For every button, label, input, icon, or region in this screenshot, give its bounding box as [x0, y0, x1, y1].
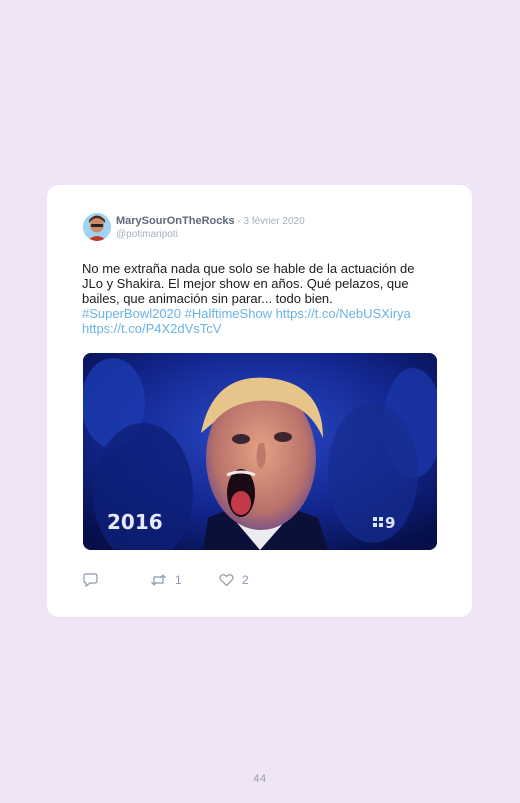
tweet-text-line: JLo y Shakira. El mejor show en años. Qu… — [82, 276, 409, 291]
tweet-date[interactable]: 3 février 2020 — [243, 216, 304, 227]
page-number: 44 — [253, 773, 267, 785]
retweet-icon — [150, 573, 167, 587]
like-button[interactable]: 2 — [219, 571, 249, 589]
hashtag-links[interactable]: #SuperBowl2020 #HalftimeShow https://t.c… — [82, 306, 437, 321]
tweet-text-line: bailes, que animación sin parar... todo … — [82, 291, 333, 306]
channel-logo-number: 9 — [385, 514, 395, 532]
retweet-count: 1 — [175, 573, 182, 587]
avatar[interactable] — [83, 213, 111, 241]
reply-button[interactable] — [83, 571, 98, 589]
heart-icon — [219, 573, 234, 587]
tweet-text: No me extraña nada que solo se hable de … — [82, 261, 437, 336]
user-name[interactable]: MarySourOnTheRocks — [116, 215, 235, 227]
tweet-media-image[interactable]: 2016 9 — [83, 353, 437, 550]
gif-overlay-year: 2016 — [107, 510, 163, 534]
retweet-button[interactable]: 1 — [150, 571, 182, 589]
user-handle[interactable]: @potimaripoti — [116, 229, 178, 240]
tweet-card: MarySourOnTheRocks - 3 février 2020 @pot… — [47, 185, 472, 617]
like-count: 2 — [242, 573, 249, 587]
tweet-actions: 1 2 — [83, 571, 283, 589]
reply-icon — [83, 573, 98, 587]
media-link[interactable]: https://t.co/P4X2dVsTcV — [82, 321, 437, 336]
tweet-text-line: No me extraña nada que solo se hable de … — [82, 261, 415, 276]
tweet-header: MarySourOnTheRocks - 3 février 2020 — [116, 215, 305, 227]
